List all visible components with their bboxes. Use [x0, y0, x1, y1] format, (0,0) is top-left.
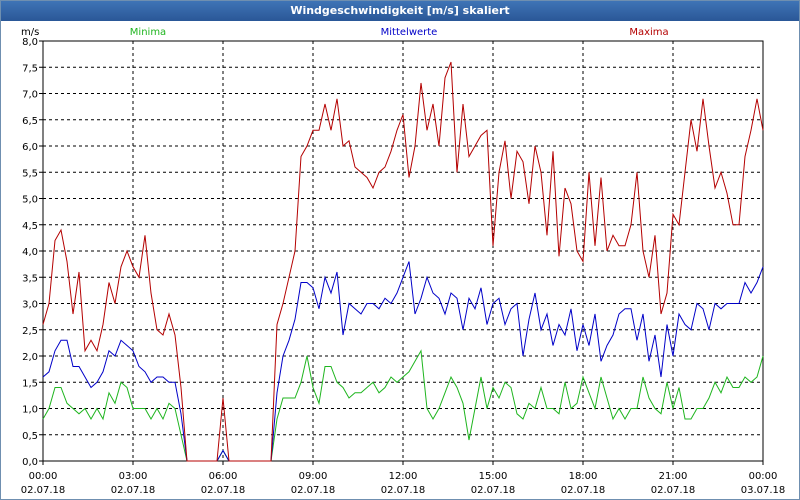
x-tick-label-date: 03.07.18 [741, 485, 786, 496]
y-tick-label: 6,0 [22, 142, 38, 153]
y-tick-label: 7,5 [22, 63, 38, 74]
x-tick-label-date: 02.07.18 [21, 485, 66, 496]
y-tick-label: 3,5 [22, 273, 38, 284]
y-tick-label: 7,0 [22, 90, 38, 101]
x-tick-label-time: 06:00 [209, 471, 238, 482]
y-tick-label: 6,5 [22, 116, 38, 127]
y-tick-label: 4,0 [22, 247, 38, 258]
legend-minima: Minima [130, 27, 166, 38]
x-tick-label-time: 18:00 [569, 471, 598, 482]
y-tick-label: 4,5 [22, 221, 38, 232]
x-tick-label-date: 02.07.18 [201, 485, 246, 496]
x-tick-label-time: 21:00 [659, 471, 688, 482]
y-tick-label: 0,0 [22, 457, 38, 468]
x-tick-label-date: 02.07.18 [471, 485, 516, 496]
y-tick-label: 5,5 [22, 168, 38, 179]
y-tick-label: 3,0 [22, 300, 38, 311]
x-tick-label-time: 00:00 [749, 471, 778, 482]
x-tick-label-date: 02.07.18 [651, 485, 696, 496]
x-tick-label-date: 02.07.18 [291, 485, 336, 496]
legend-maxima: Maxima [629, 27, 668, 38]
y-tick-label: 1,0 [22, 405, 38, 416]
y-tick-label: 8,0 [22, 37, 38, 48]
y-tick-label: 1,5 [22, 378, 38, 389]
x-tick-label-time: 15:00 [479, 471, 508, 482]
y-tick-label: 5,0 [22, 195, 38, 206]
window-title: Windgeschwindigkeit [m/s] skaliert [1, 1, 799, 21]
x-tick-label-date: 02.07.18 [381, 485, 426, 496]
x-tick-label-time: 03:00 [119, 471, 148, 482]
legend-mittelwerte: Mittelwerte [381, 27, 438, 38]
x-tick-label-time: 09:00 [299, 471, 328, 482]
x-tick-label-date: 02.07.18 [561, 485, 606, 496]
y-tick-label: 0,5 [22, 431, 38, 442]
chart-window: Windgeschwindigkeit [m/s] skaliert 0,0 0,… [0, 0, 800, 500]
x-tick-label-date: 02.07.18 [111, 485, 156, 496]
y-tick-label: 2,5 [22, 326, 38, 337]
chart-area: 0,0 0,5 1,0 1,5 2,0 2,5 3,0 3,5 4,0 4,5 5,0 5,5 6,0 6… [21, 27, 786, 496]
x-tick-label-time: 00:00 [29, 471, 58, 482]
x-tick-label-time: 12:00 [389, 471, 418, 482]
y-axis-label: m/s [21, 27, 39, 38]
y-tick-label: 2,0 [22, 352, 38, 363]
